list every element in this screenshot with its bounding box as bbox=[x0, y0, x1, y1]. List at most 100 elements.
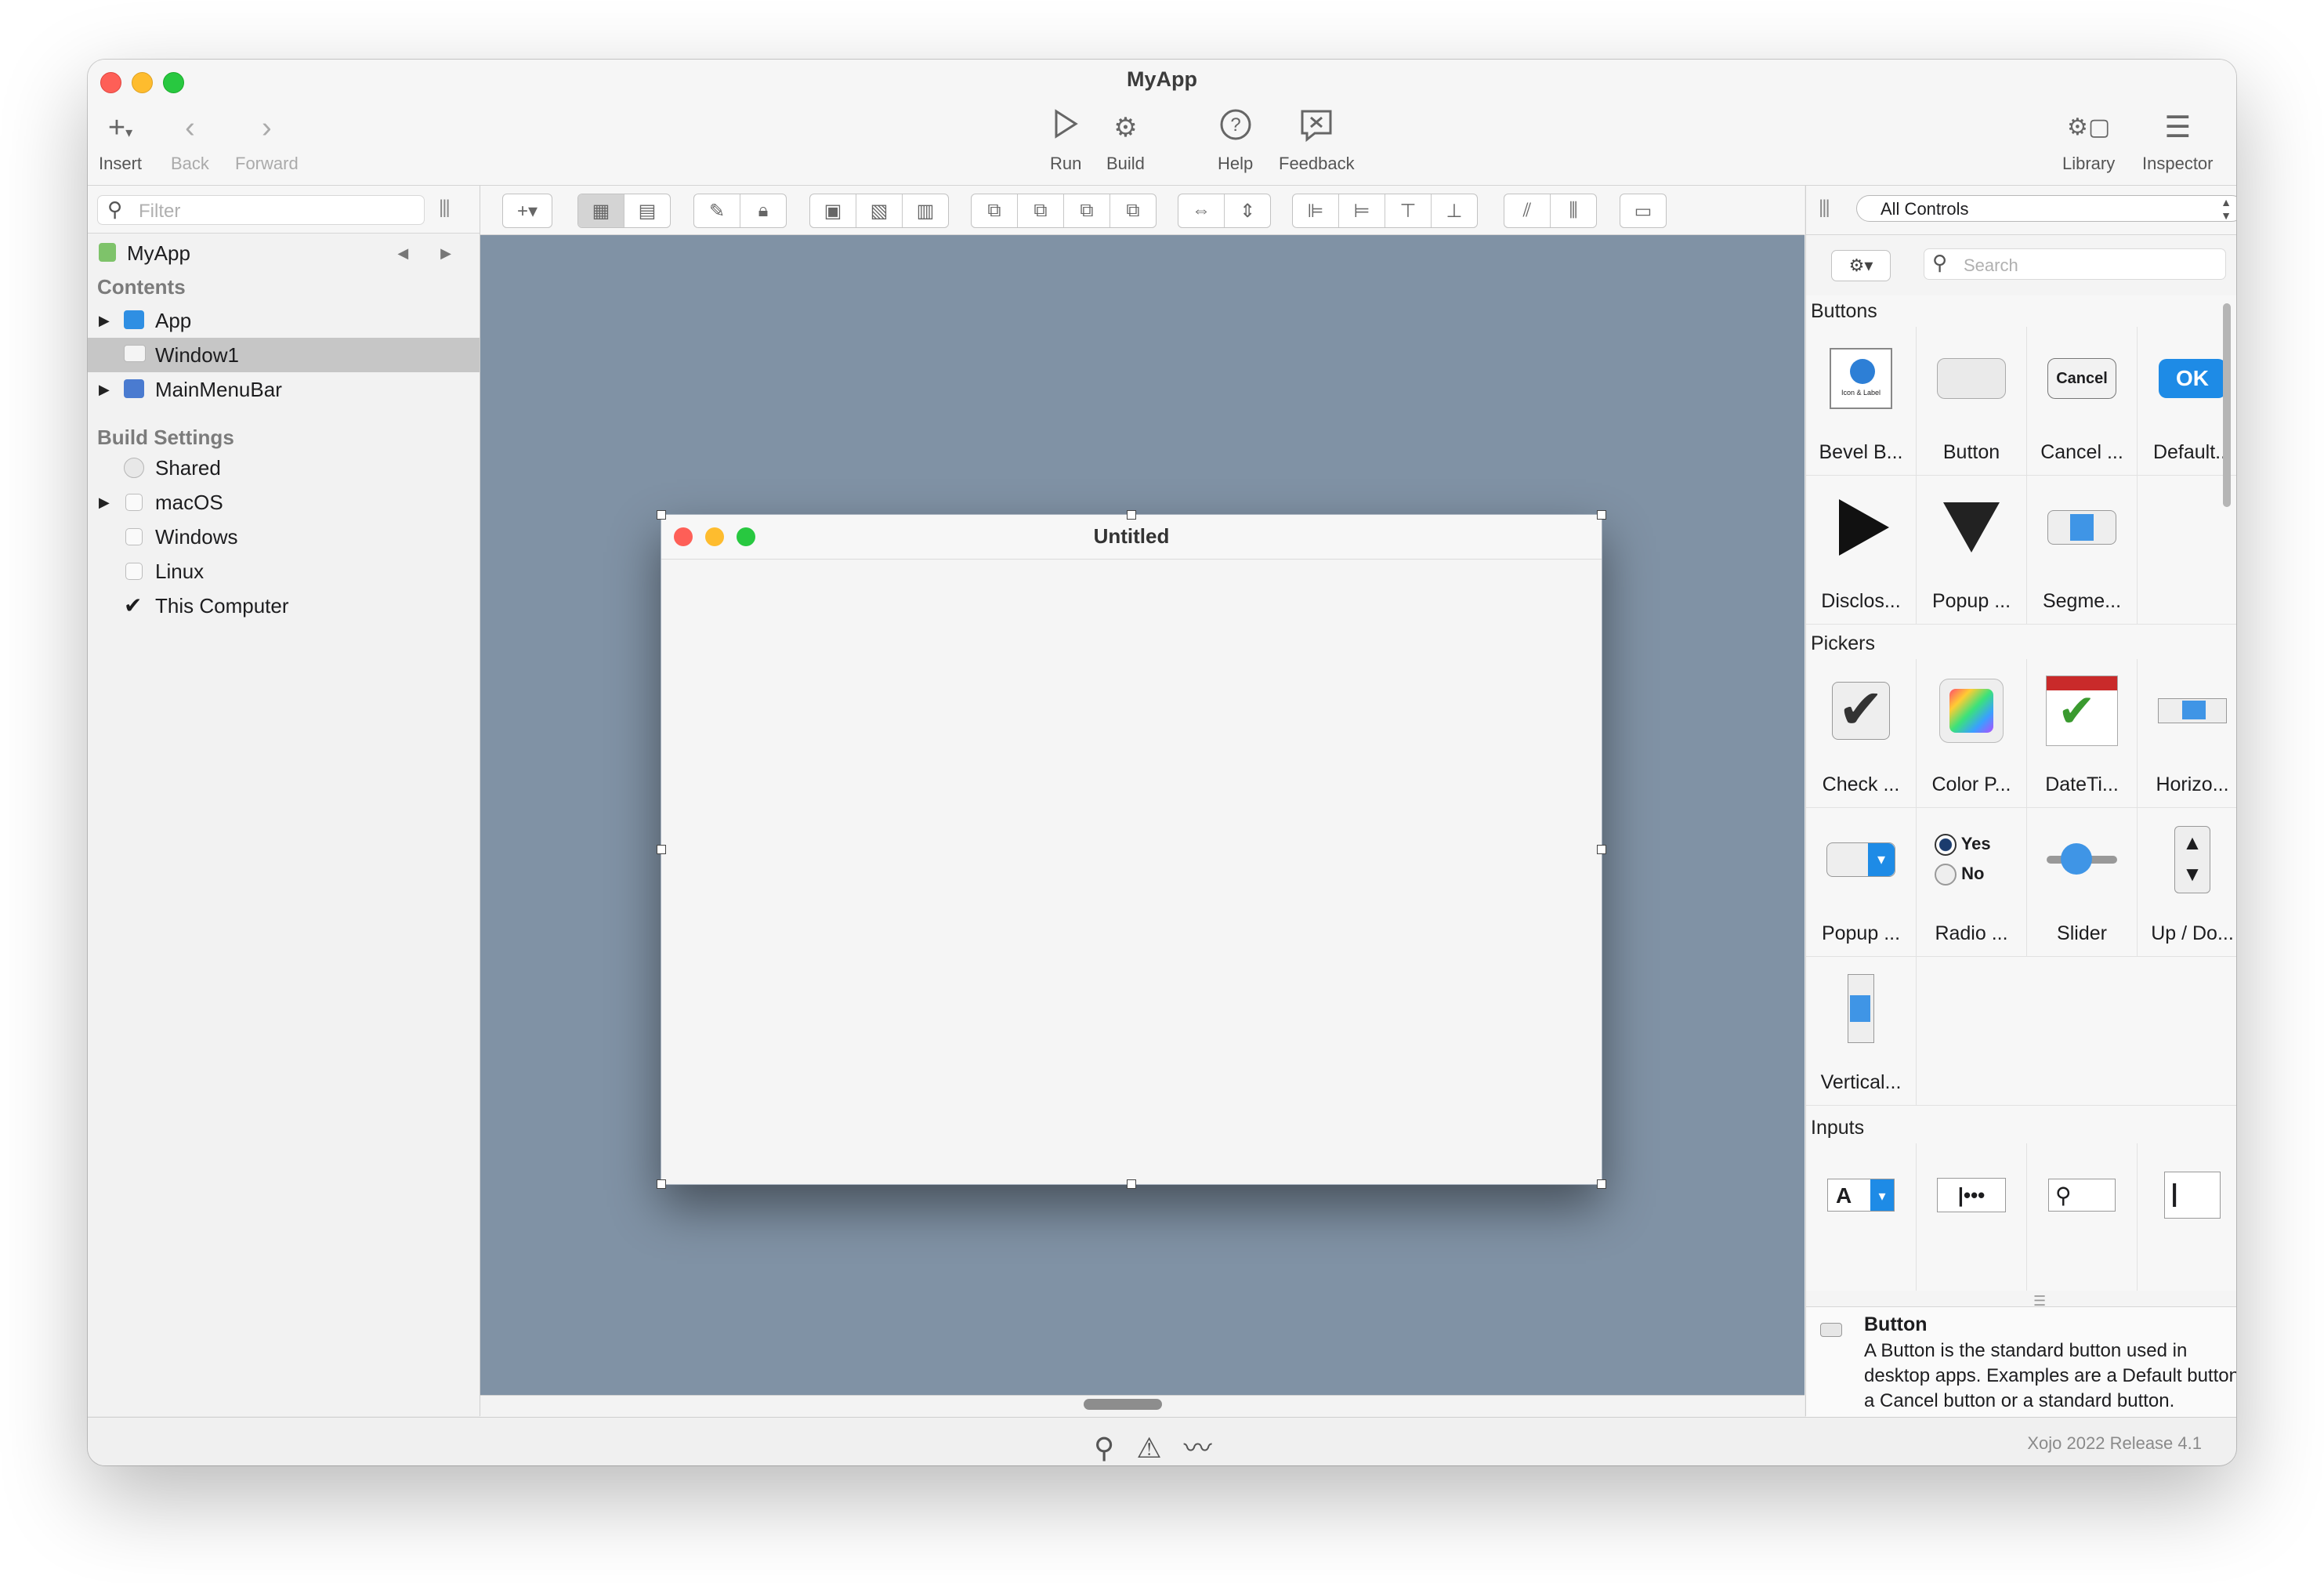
control-color-picker[interactable]: Color P... bbox=[1917, 659, 2027, 808]
preview-button[interactable]: ▭ bbox=[1620, 194, 1667, 228]
edit-lock-group[interactable]: ✎ 🔒︎ bbox=[693, 194, 787, 228]
pencil-icon[interactable]: ✎ bbox=[694, 194, 740, 227]
control-disclosure-triangle[interactable]: Disclos... bbox=[1806, 476, 1917, 625]
resize-handle[interactable] bbox=[1127, 1179, 1136, 1189]
help-button[interactable]: ? Help bbox=[1218, 108, 1253, 174]
space-group[interactable]: ⫽ ⫼ bbox=[1504, 194, 1597, 228]
disclosure-triangle-icon[interactable]: ▶ bbox=[99, 303, 110, 338]
control-datetime-picker[interactable]: ✔ DateTi... bbox=[2027, 659, 2138, 808]
lock-icon[interactable]: 🔒︎ bbox=[740, 194, 786, 227]
columns-icon[interactable]: ||| bbox=[1819, 197, 1830, 219]
control-checkbox[interactable]: ✔ Check ... bbox=[1806, 659, 1917, 808]
control-password-field[interactable]: |••• bbox=[1917, 1143, 2027, 1291]
resize-handle[interactable] bbox=[657, 1179, 666, 1189]
grid-icon[interactable]: ▦ bbox=[578, 194, 624, 227]
back-button[interactable]: ‹ Back bbox=[171, 108, 209, 174]
build-item-windows[interactable]: Windows bbox=[88, 520, 480, 554]
control-default-button[interactable]: OK Default... bbox=[2138, 327, 2236, 476]
fill-height-icon[interactable]: ⇕ bbox=[1225, 194, 1270, 227]
pager-arrows-icon[interactable]: ◀ ▶ bbox=[397, 236, 465, 270]
build-item-macos[interactable]: ▶ macOS bbox=[88, 485, 480, 520]
disclosure-triangle-icon[interactable]: ▶ bbox=[99, 372, 110, 407]
control-label: Popup ... bbox=[1931, 590, 2011, 612]
control-slider[interactable]: Slider bbox=[2027, 808, 2138, 957]
build-item-linux[interactable]: Linux bbox=[88, 554, 480, 589]
bring-forward-icon[interactable]: ⧉ bbox=[1018, 194, 1064, 227]
run-button[interactable]: Run bbox=[1050, 108, 1081, 174]
linux-checkbox[interactable] bbox=[125, 563, 143, 580]
navigator-item-mainmenubar[interactable]: ▶ MainMenuBar bbox=[88, 372, 480, 407]
forward-button[interactable]: › Forward bbox=[235, 108, 299, 174]
navigator-item-app[interactable]: ▶ App bbox=[88, 303, 480, 338]
filter-field[interactable]: ⚲ Filter bbox=[97, 195, 425, 225]
control-text-area[interactable]: I bbox=[2138, 1143, 2236, 1291]
layout-group[interactable]: ▣ ▧ ▥ bbox=[809, 194, 949, 228]
space-horizontal-icon[interactable]: ⫽ bbox=[1504, 194, 1551, 227]
resize-handle[interactable] bbox=[1597, 845, 1606, 854]
control-popup-menu[interactable]: ▾ Popup ... bbox=[1806, 808, 1917, 957]
control-bevel-button[interactable]: Icon & Label Bevel B... bbox=[1806, 327, 1917, 476]
control-horizontal-scrollbar[interactable]: Horizo... bbox=[2138, 659, 2236, 808]
send-back-icon[interactable]: ⧉ bbox=[1110, 194, 1156, 227]
code-icon[interactable]: ▤ bbox=[624, 194, 670, 227]
library-scrollbar[interactable] bbox=[2223, 303, 2231, 507]
search-icon[interactable]: ⚲ bbox=[1094, 1432, 1136, 1464]
control-filter-popup[interactable]: All Controls ▲ ▼ bbox=[1856, 195, 2236, 222]
control-search-field[interactable]: ⚲ bbox=[2027, 1143, 2138, 1291]
view-mode-toggle[interactable]: ▦ ▤ bbox=[577, 194, 671, 228]
fill-group[interactable]: ⇔ ⇕ bbox=[1178, 194, 1271, 228]
project-row[interactable]: MyApp ◀ ▶ bbox=[88, 236, 480, 270]
windows-checkbox[interactable] bbox=[125, 528, 143, 545]
control-radio-group[interactable]: Yes No Radio ... bbox=[1917, 808, 2027, 957]
radio-group-icon: Yes No bbox=[1935, 828, 2008, 891]
ruler-icon[interactable]: ▥ bbox=[903, 194, 948, 227]
inspector-button[interactable]: ☰ Inspector bbox=[2142, 108, 2214, 174]
gear-menu-button[interactable]: ⚙▾ bbox=[1831, 250, 1891, 281]
distribute-icon[interactable]: ▧ bbox=[856, 194, 903, 227]
control-cancel-button[interactable]: Cancel Cancel ... bbox=[2027, 327, 2138, 476]
align-top-icon[interactable]: ⊤ bbox=[1385, 194, 1432, 227]
navigator-item-window1[interactable]: Window1 bbox=[88, 338, 480, 372]
fill-width-icon[interactable]: ⇔ bbox=[1178, 194, 1225, 227]
arrange-group[interactable]: ⧉ ⧉ ⧉ ⧉ bbox=[971, 194, 1157, 228]
control-segmented-button[interactable]: Segme... bbox=[2027, 476, 2138, 625]
resize-handle[interactable] bbox=[1127, 510, 1136, 520]
resize-handle[interactable] bbox=[657, 510, 666, 520]
macos-checkbox[interactable] bbox=[125, 494, 143, 511]
navigator-item-label: MainMenuBar bbox=[155, 378, 282, 401]
control-vertical-scrollbar[interactable]: Vertical... bbox=[1806, 957, 1917, 1106]
resize-handle[interactable] bbox=[1597, 510, 1606, 520]
control-combobox[interactable]: A ▾ bbox=[1806, 1143, 1917, 1291]
tab-order-icon[interactable]: ▣ bbox=[810, 194, 856, 227]
monitor-icon[interactable]: ▭ bbox=[1620, 194, 1666, 227]
control-button[interactable]: Button bbox=[1917, 327, 2027, 476]
columns-icon[interactable]: ||| bbox=[439, 197, 451, 219]
add-control-button[interactable]: +▾ bbox=[502, 194, 552, 228]
control-popup-arrow[interactable]: Popup ... bbox=[1917, 476, 2027, 625]
resize-handle[interactable] bbox=[657, 845, 666, 854]
build-item-label: Linux bbox=[155, 560, 205, 583]
feedback-button[interactable]: Feedback bbox=[1279, 108, 1355, 174]
build-item-this-computer[interactable]: ✔ This Computer bbox=[88, 589, 480, 623]
insert-button[interactable]: +▾ Insert bbox=[99, 108, 142, 174]
space-vertical-icon[interactable]: ⫼ bbox=[1551, 194, 1596, 227]
tray-drag-handle[interactable] bbox=[1084, 1399, 1162, 1410]
align-left-icon[interactable]: ⊫ bbox=[1293, 194, 1339, 227]
send-backward-icon[interactable]: ⧉ bbox=[1064, 194, 1110, 227]
rss-icon[interactable]: 〰 bbox=[1184, 1432, 1234, 1464]
resize-handle[interactable] bbox=[1597, 1179, 1606, 1189]
splitter-grip-icon[interactable]: ☰ bbox=[2033, 1293, 2046, 1310]
build-button[interactable]: ⚙ Build bbox=[1106, 108, 1145, 174]
disclosure-triangle-icon[interactable]: ▶ bbox=[99, 485, 110, 520]
design-window[interactable]: Untitled bbox=[657, 510, 1606, 1189]
align-group[interactable]: ⊫ ⊨ ⊤ ⊥ bbox=[1292, 194, 1478, 228]
build-item-shared[interactable]: Shared bbox=[88, 451, 480, 485]
library-button[interactable]: ⚙▢ Library bbox=[2062, 108, 2115, 174]
align-bottom-icon[interactable]: ⊥ bbox=[1432, 194, 1477, 227]
library-search-field[interactable]: ⚲ Search bbox=[1924, 248, 2226, 280]
layout-canvas[interactable]: Untitled bbox=[480, 235, 1805, 1395]
bring-front-icon[interactable]: ⧉ bbox=[972, 194, 1018, 227]
warning-icon[interactable]: ⚠ bbox=[1136, 1432, 1183, 1464]
align-right-icon[interactable]: ⊨ bbox=[1339, 194, 1385, 227]
control-updown-arrows[interactable]: ▲ ▼ Up / Do... bbox=[2138, 808, 2236, 957]
